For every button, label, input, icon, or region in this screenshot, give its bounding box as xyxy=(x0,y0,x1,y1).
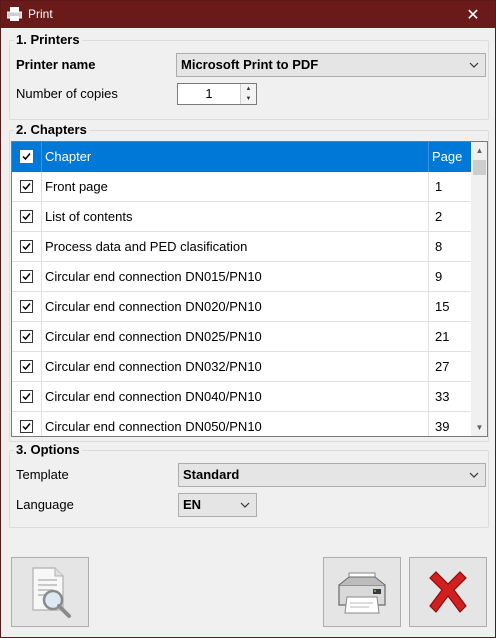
printer-name-combo[interactable]: Microsoft Print to PDF xyxy=(176,53,486,77)
spin-down-arrow-icon[interactable]: ▼ xyxy=(241,94,256,104)
printer-app-icon xyxy=(7,7,22,21)
template-combo[interactable]: Standard xyxy=(178,463,486,487)
header-chapter[interactable]: Chapter xyxy=(45,142,91,172)
row-checkbox[interactable] xyxy=(20,240,33,253)
checkmark-icon xyxy=(22,243,31,251)
grid-scrollbar[interactable]: ▲ ▼ xyxy=(471,142,487,436)
copies-spinner[interactable]: 1 ▲ ▼ xyxy=(177,83,257,105)
chapter-cell: Process data and PED clasification xyxy=(45,239,248,254)
chapters-legend: 2. Chapters xyxy=(14,122,89,137)
table-row[interactable]: Circular end connection DN025/PN10 21 xyxy=(12,322,471,352)
checkmark-icon xyxy=(22,273,31,281)
chapters-grid: Chapter Page Front page 1 List of contents… xyxy=(11,141,488,437)
page-cell: 39 xyxy=(435,419,450,434)
copies-label: Number of copies xyxy=(16,86,118,101)
select-all-checkbox[interactable] xyxy=(20,150,33,163)
page-cell: 33 xyxy=(435,389,450,404)
chapter-cell: Circular end connection DN050/PN10 xyxy=(45,419,262,434)
printer-icon xyxy=(338,572,386,614)
checkmark-icon xyxy=(22,183,31,191)
chevron-down-icon xyxy=(469,62,479,68)
checkmark-icon xyxy=(22,393,31,401)
page-cell: 8 xyxy=(435,239,443,254)
printer-name-value: Microsoft Print to PDF xyxy=(181,57,319,72)
print-button[interactable] xyxy=(323,557,401,627)
row-checkbox[interactable] xyxy=(20,330,33,343)
scroll-down-icon[interactable]: ▼ xyxy=(471,419,487,436)
page-cell: 27 xyxy=(435,359,450,374)
table-row[interactable]: Circular end connection DN050/PN10 39 xyxy=(12,412,471,436)
table-row[interactable]: Circular end connection DN040/PN10 33 xyxy=(12,382,471,412)
print-preview-icon xyxy=(32,567,71,618)
language-label: Language xyxy=(16,497,74,512)
printers-group xyxy=(9,40,489,120)
table-row[interactable]: Circular end connection DN020/PN10 15 xyxy=(12,292,471,322)
checkmark-icon xyxy=(22,333,31,341)
row-checkbox[interactable] xyxy=(20,390,33,403)
table-row[interactable]: Circular end connection DN015/PN10 9 xyxy=(12,262,471,292)
red-x-icon xyxy=(429,571,467,613)
page-cell: 15 xyxy=(435,299,450,314)
language-combo[interactable]: EN xyxy=(178,493,257,517)
chapter-cell: Circular end connection DN040/PN10 xyxy=(45,389,262,404)
grid-header-row: Chapter Page xyxy=(12,142,471,172)
row-checkbox[interactable] xyxy=(20,180,33,193)
checkmark-icon xyxy=(22,213,31,221)
chapter-cell: Circular end connection DN015/PN10 xyxy=(45,269,262,284)
table-row[interactable]: Process data and PED clasification 8 xyxy=(12,232,471,262)
checkmark-icon xyxy=(22,423,31,431)
template-value: Standard xyxy=(183,467,240,482)
page-cell: 1 xyxy=(435,179,443,194)
print-dialog: Print ✕ 1. Printers Printer name Microso… xyxy=(0,0,496,638)
close-button[interactable]: ✕ xyxy=(451,1,495,28)
printer-name-label: Printer name xyxy=(16,57,96,72)
checkmark-icon xyxy=(22,153,31,161)
chapter-cell: List of contents xyxy=(45,209,133,224)
options-legend: 3. Options xyxy=(14,442,82,457)
checkmark-icon xyxy=(22,363,31,371)
chapter-cell: Circular end connection DN025/PN10 xyxy=(45,329,262,344)
chevron-down-icon xyxy=(469,472,479,478)
scroll-up-icon[interactable]: ▲ xyxy=(471,142,487,159)
row-checkbox[interactable] xyxy=(20,420,33,433)
chapter-cell: Front page xyxy=(45,179,108,194)
spin-up-arrow-icon[interactable]: ▲ xyxy=(241,84,256,94)
close-icon: ✕ xyxy=(466,6,480,24)
scroll-thumb[interactable] xyxy=(473,160,486,175)
header-page[interactable]: Page xyxy=(432,142,462,172)
printers-legend: 1. Printers xyxy=(14,32,82,47)
preview-button[interactable] xyxy=(11,557,89,627)
table-row[interactable]: List of contents 2 xyxy=(12,202,471,232)
row-checkbox[interactable] xyxy=(20,270,33,283)
template-label: Template xyxy=(16,467,69,482)
table-row[interactable]: Front page 1 xyxy=(12,172,471,202)
chapter-cell: Circular end connection DN032/PN10 xyxy=(45,359,262,374)
window-title: Print xyxy=(28,7,53,21)
chevron-down-icon xyxy=(240,502,250,508)
title-bar: Print ✕ xyxy=(1,1,495,28)
copies-value: 1 xyxy=(205,86,213,101)
chapter-cell: Circular end connection DN020/PN10 xyxy=(45,299,262,314)
page-cell: 21 xyxy=(435,329,450,344)
checkmark-icon xyxy=(22,303,31,311)
spinner-arrows: ▲ ▼ xyxy=(240,84,256,104)
row-checkbox[interactable] xyxy=(20,360,33,373)
row-checkbox[interactable] xyxy=(20,210,33,223)
row-checkbox[interactable] xyxy=(20,300,33,313)
cancel-button[interactable] xyxy=(409,557,487,627)
page-cell: 9 xyxy=(435,269,443,284)
page-cell: 2 xyxy=(435,209,443,224)
table-row[interactable]: Circular end connection DN032/PN10 27 xyxy=(12,352,471,382)
language-value: EN xyxy=(183,497,202,512)
